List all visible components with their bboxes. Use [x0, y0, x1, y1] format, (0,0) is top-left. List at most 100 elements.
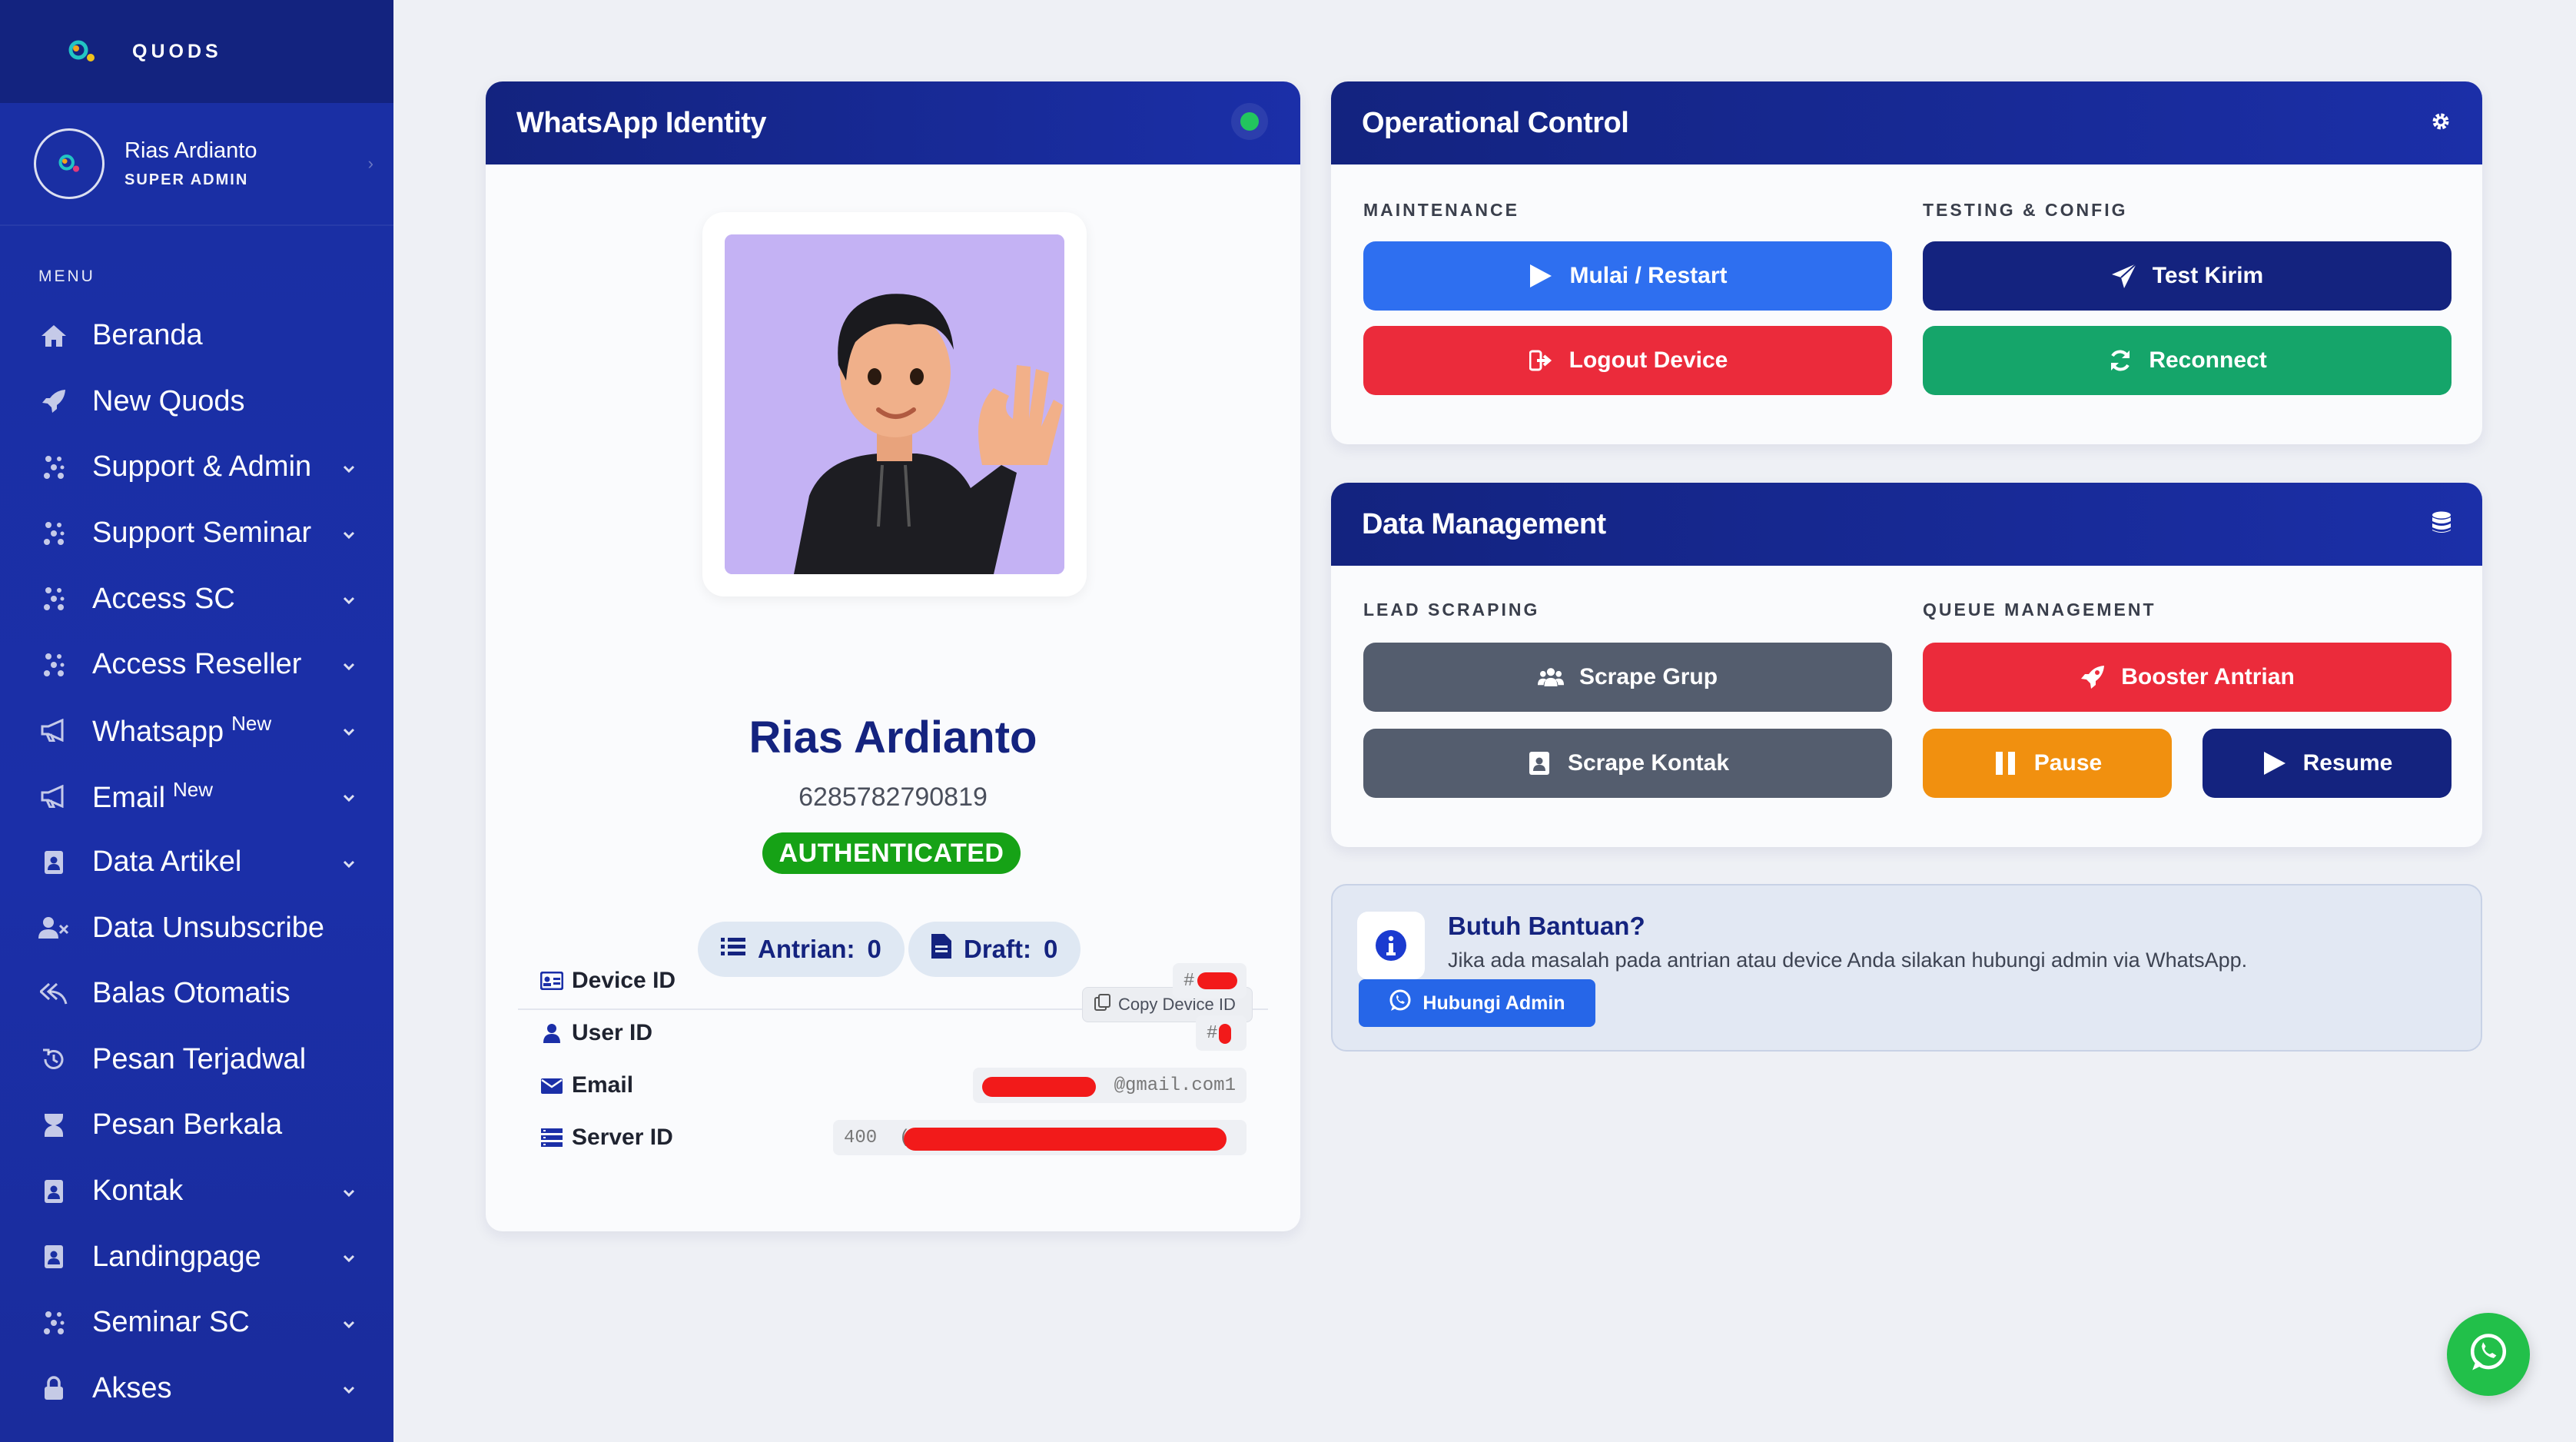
card-header: Operational Control	[1331, 81, 2482, 164]
sidebar-item-whatsapp[interactable]: Whatsapp New	[0, 698, 393, 764]
lead-scraping-label: LEAD SCRAPING	[1363, 600, 1540, 620]
server-id-value[interactable]: 400 (	[833, 1120, 1247, 1155]
antrian-label: Antrian:	[758, 935, 855, 963]
data-management-card: Data Management LEAD SCRAPING QUEUE MANA…	[1331, 483, 2482, 847]
list-icon	[721, 935, 745, 964]
operational-control-card: Operational Control MAINTENANCE TESTING …	[1331, 81, 2482, 444]
chevron-down-icon	[343, 1313, 355, 1333]
gear-icon[interactable]	[2430, 111, 2452, 136]
sidebar-item-support-admin[interactable]: Support & Admin	[0, 434, 393, 500]
hourglass-icon	[38, 1110, 69, 1141]
whatsapp-icon	[2468, 1333, 2508, 1377]
sidebar-item-label: Seminar SC	[92, 1306, 250, 1339]
refresh-icon	[2107, 347, 2133, 374]
sidebar-item-akses[interactable]: Akses	[0, 1356, 393, 1422]
chevron-down-icon	[343, 457, 355, 477]
profile-name: Rias Ardianto	[124, 138, 257, 163]
sidebar-item-label: Support & Admin	[92, 450, 312, 483]
resume-button[interactable]: Resume	[2203, 729, 2452, 798]
sidebar-item-label: Access SC	[92, 582, 235, 615]
card-header: Data Management	[1331, 483, 2482, 566]
whatsapp-chat-button[interactable]	[2447, 1313, 2530, 1396]
server-icon	[539, 1126, 564, 1149]
online-status-icon	[1230, 101, 1270, 145]
reconnect-button[interactable]: Reconnect	[1923, 326, 2452, 395]
sidebar-item-new-quods[interactable]: New Quods	[0, 369, 393, 435]
restart-button[interactable]: Mulai / Restart	[1363, 241, 1892, 311]
email-value[interactable]: @gmail.com1	[973, 1068, 1247, 1103]
identity-phone: 6285782790819	[798, 782, 988, 812]
antrian-value: 0	[867, 935, 881, 963]
cluster-icon	[38, 518, 69, 549]
menu-heading: MENU	[38, 267, 95, 285]
contact-book-icon	[38, 1241, 69, 1272]
sidebar-item-data-unsubscribe[interactable]: Data Unsubscribe	[0, 895, 393, 961]
sidebar-item-access-sc[interactable]: Access SC	[0, 566, 393, 632]
new-badge: New	[173, 777, 214, 801]
sidebar-item-pesan-berkala[interactable]: Pesan Berkala	[0, 1092, 393, 1158]
pause-button[interactable]: Pause	[1923, 729, 2172, 798]
avatar	[34, 128, 105, 199]
user-id-value[interactable]: #	[1196, 1015, 1247, 1051]
chevron-down-icon	[343, 1378, 355, 1398]
info-row-email: Email @gmail.com1	[539, 1066, 1247, 1105]
lock-icon	[38, 1373, 69, 1404]
device-id-value[interactable]: #	[1173, 963, 1247, 998]
contact-book-icon	[38, 1176, 69, 1207]
sidebar-item-balas-otomatis[interactable]: Balas Otomatis	[0, 961, 393, 1027]
chevron-down-icon	[343, 1181, 355, 1201]
quods-logo-icon	[65, 35, 98, 68]
database-icon	[2432, 511, 2452, 538]
card-title: Data Management	[1362, 507, 1606, 540]
megaphone-icon	[38, 715, 69, 746]
scrape-kontak-button[interactable]: Scrape Kontak	[1363, 729, 1892, 798]
help-title: Butuh Bantuan?	[1448, 912, 1645, 940]
help-text: Jika ada masalah pada antrian atau devic…	[1448, 949, 2248, 972]
sidebar-item-kontak[interactable]: Kontak	[0, 1158, 393, 1224]
rocket-icon	[38, 386, 69, 417]
profile-photo	[725, 234, 1064, 574]
sidebar-item-data-artikel[interactable]: Data Artikel	[0, 829, 393, 895]
sidebar: QUODS Rias Ardianto SUPER ADMIN › MENU B…	[0, 0, 393, 1442]
info-row-server-id: Server ID 400 (	[539, 1118, 1247, 1157]
logout-device-button[interactable]: Logout Device	[1363, 326, 1892, 395]
sidebar-item-support-seminar[interactable]: Support Seminar	[0, 500, 393, 566]
sidebar-item-access-reseller[interactable]: Access Reseller	[0, 632, 393, 698]
contact-admin-button[interactable]: Hubungi Admin	[1359, 979, 1595, 1027]
test-kirim-button[interactable]: Test Kirim	[1923, 241, 2452, 311]
sidebar-item-pesan-terjadwal[interactable]: Pesan Terjadwal	[0, 1027, 393, 1093]
card-title: WhatsApp Identity	[516, 106, 767, 139]
sidebar-item-seminar-sc[interactable]: Seminar SC	[0, 1290, 393, 1356]
cluster-icon	[38, 1307, 69, 1338]
sidebar-profile[interactable]: Rias Ardianto SUPER ADMIN ›	[0, 103, 393, 226]
user-x-icon	[38, 912, 69, 943]
play-icon	[1528, 263, 1554, 289]
cluster-icon	[38, 452, 69, 483]
scrape-grup-button[interactable]: Scrape Grup	[1363, 643, 1892, 712]
pause-icon	[1993, 750, 2019, 776]
card-header: WhatsApp Identity	[486, 81, 1300, 164]
address-book-icon	[1526, 750, 1552, 776]
megaphone-icon	[38, 781, 69, 812]
sidebar-item-email[interactable]: Email New	[0, 763, 393, 829]
maintenance-label: MAINTENANCE	[1363, 200, 1519, 220]
info-label: Email	[572, 1072, 634, 1098]
sidebar-item-label: Beranda	[92, 319, 203, 352]
user-icon	[539, 1022, 564, 1045]
profile-role: SUPER ADMIN	[124, 171, 249, 188]
profile-photo-frame	[702, 212, 1087, 596]
identity-name: Rias Ardianto	[749, 713, 1037, 763]
brand-bar[interactable]: QUODS	[0, 0, 393, 103]
chevron-down-icon	[343, 589, 355, 609]
sidebar-item-label: New Quods	[92, 384, 245, 417]
chevron-down-icon	[343, 1247, 355, 1267]
sidebar-item-landingpage[interactable]: Landingpage	[0, 1224, 393, 1290]
reply-all-icon	[38, 978, 69, 1009]
contact-book-icon	[38, 847, 69, 878]
play-icon	[2262, 750, 2288, 776]
home-icon	[38, 321, 69, 351]
sidebar-item-beranda[interactable]: Beranda	[0, 303, 393, 369]
booster-antrian-button[interactable]: Booster Antrian	[1923, 643, 2452, 712]
testing-label: TESTING & CONFIG	[1923, 200, 2128, 220]
sidebar-item-label: Pesan Berkala	[92, 1108, 283, 1141]
